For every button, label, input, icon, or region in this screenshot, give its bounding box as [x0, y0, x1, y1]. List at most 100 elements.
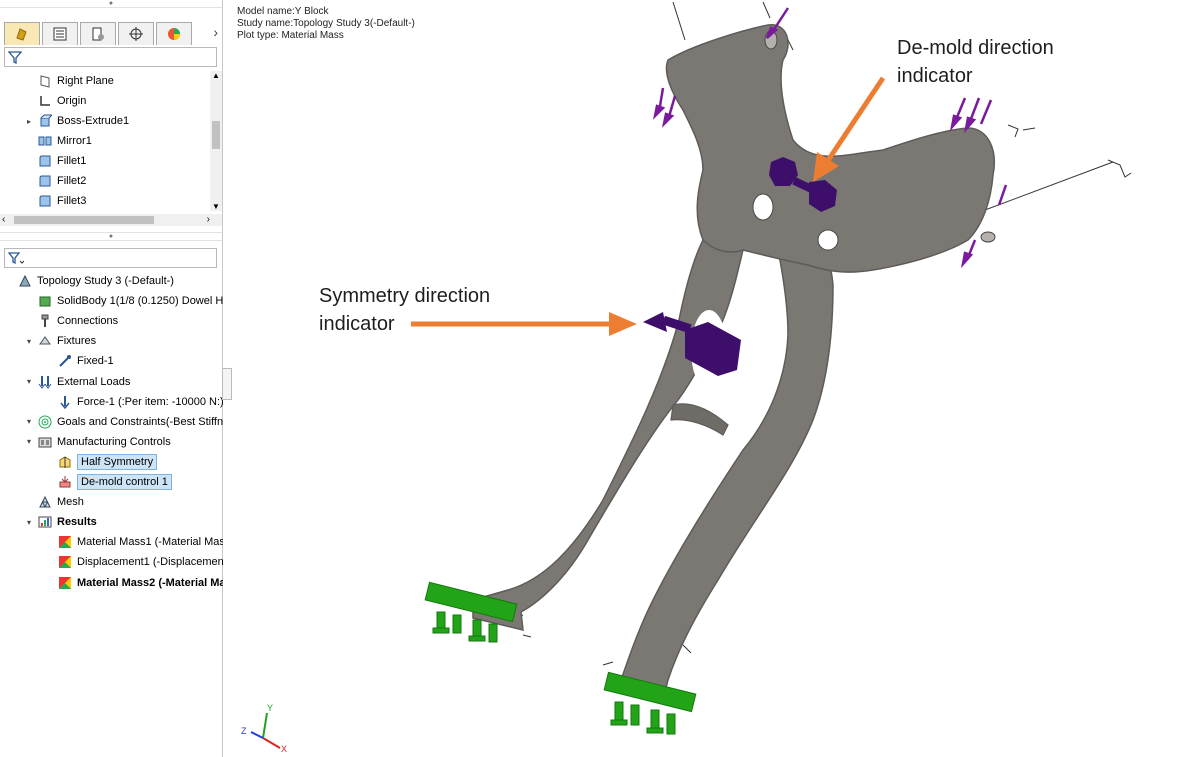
demold-callout-label: De-mold direction indicator	[897, 37, 1054, 87]
manager-tabs	[4, 22, 194, 46]
feature-tree-label: Fillet3	[57, 195, 87, 207]
study-tree-label: Displacement1 (-Displacement-)	[77, 556, 235, 569]
expand-arrow-icon[interactable]: ▸	[24, 117, 34, 126]
study-tree-item[interactable]: ▾ Fixtures	[24, 331, 96, 351]
study-tree-item[interactable]: Material Mass2 (-Material Mass	[44, 573, 238, 593]
study-tree-label: Fixed-1	[77, 355, 114, 368]
external-loads-icon	[37, 374, 53, 390]
graphics-viewport[interactable]: Model name:Y Block Study name:Topology S…	[223, 0, 1193, 757]
result-plot-icon	[57, 554, 73, 570]
fillet-icon	[37, 173, 53, 189]
tab-configuration-manager[interactable]	[80, 22, 116, 45]
configuration-manager-icon	[92, 27, 104, 41]
study-tree-item[interactable]: ▾ External Loads	[24, 372, 130, 392]
feature-filter[interactable]	[4, 47, 217, 67]
fixtures-icon	[37, 333, 53, 349]
tabs-scroll-right-icon[interactable]: ›	[213, 24, 218, 40]
orientation-triad: X Y Z	[241, 703, 287, 754]
feature-tree-label: Right Plane	[57, 75, 114, 87]
symmetry-icon	[57, 454, 73, 470]
feature-tree-item[interactable]: Right Plane	[24, 71, 114, 91]
connections-icon	[37, 313, 53, 329]
study-tree-item[interactable]: Half Symmetry	[44, 452, 158, 472]
hole-1	[752, 193, 774, 221]
feature-tree-label: Origin	[57, 95, 87, 107]
solid-body-icon	[37, 293, 53, 309]
study-tree-label: Topology Study 3 (-Default-)	[37, 275, 174, 287]
study-tree-label: Half Symmetry	[77, 453, 158, 470]
triad-y-label: Y	[267, 703, 273, 713]
force-icon	[57, 394, 73, 410]
study-tree-item[interactable]: SolidBody 1(1/8 (0.1250) Dowel Hole	[24, 291, 238, 311]
property-manager-icon	[53, 27, 67, 41]
study-filter[interactable]	[4, 248, 217, 268]
tab-display-manager[interactable]	[156, 22, 192, 45]
feature-tree-item[interactable]: Fillet2	[24, 171, 86, 191]
feature-tree-label: Fillet2	[57, 175, 87, 187]
study-tree-item[interactable]: ▾ Goals and Constraints(-Best Stiffness	[24, 412, 240, 432]
study-tree-label: De-mold control 1	[77, 474, 172, 490]
result-plot-icon	[57, 575, 73, 591]
study-tree-item[interactable]: Connections	[24, 311, 118, 331]
feature-tree-label: Boss-Extrude1	[57, 115, 130, 127]
study-tree-item[interactable]: ▾ Results	[24, 512, 97, 532]
feature-tree-label: Fillet1	[57, 155, 87, 167]
results-icon	[37, 514, 53, 530]
expand-arrow-icon[interactable]: ▾	[24, 437, 34, 446]
expand-arrow-icon[interactable]: ▾	[24, 518, 34, 527]
study-tree-label: Mesh	[57, 496, 84, 509]
dimxpert-icon	[129, 27, 143, 41]
extrude-icon	[37, 113, 53, 129]
topology-study-icon	[17, 273, 33, 289]
study-tree-item[interactable]: Topology Study 3 (-Default-)	[4, 271, 174, 291]
feature-manager-icon	[16, 28, 27, 41]
tab-feature-manager[interactable]	[4, 22, 40, 45]
study-tree-label: Material Mass2 (-Material Mass	[77, 576, 238, 589]
study-tree-label: Fixtures	[57, 335, 97, 348]
expand-arrow-icon[interactable]: ▾	[24, 337, 34, 346]
panel-collapse-handle[interactable]	[222, 368, 232, 400]
study-tree-item[interactable]: Force-1 (:Per item: -10000 N:)	[44, 392, 224, 412]
plane-icon	[37, 73, 53, 89]
feature-tree-item[interactable]: Fillet1	[24, 151, 86, 171]
study-tree-label: SolidBody 1(1/8 (0.1250) Dowel Hole	[57, 295, 238, 308]
study-tree: Topology Study 3 (-Default-) SolidBody 1(…	[0, 271, 240, 601]
triad-z-label: Z	[241, 726, 247, 736]
study-tree-label: Force-1 (:Per item: -10000 N:)	[77, 395, 224, 408]
panel-splitter[interactable]: ●	[0, 232, 222, 241]
cross-bar	[670, 403, 729, 436]
feature-tree-vscroll[interactable]: ▲ ▼	[210, 71, 222, 211]
feature-tree: Right Plane Origin ▸ Boss-Extrude1 Mirror1 Fi…	[0, 71, 222, 211]
model-canvas: X Y Z	[241, 1, 1132, 754]
study-tree-label: Manufacturing Controls	[57, 435, 171, 448]
mirror-icon	[37, 133, 53, 149]
filter-dropdown-icon	[8, 252, 24, 265]
study-tree-item[interactable]: Displacement1 (-Displacement-)	[44, 552, 234, 572]
dowel-hole-right	[980, 231, 996, 243]
demold-icon	[57, 474, 73, 490]
feature-tree-item[interactable]: Fillet3	[24, 191, 86, 211]
expand-arrow-icon[interactable]: ▾	[24, 417, 34, 426]
tab-property-manager[interactable]	[42, 22, 78, 45]
study-tree-item[interactable]: Mesh	[24, 492, 84, 512]
feature-tree-item[interactable]: Mirror1	[24, 131, 92, 151]
panel-grip-top[interactable]: ●	[0, 0, 222, 8]
study-tree-label: External Loads	[57, 375, 131, 388]
feature-tree-hscroll[interactable]: ‹ ›	[0, 214, 222, 226]
tab-dimxpert[interactable]	[118, 22, 154, 45]
result-plot-icon	[57, 534, 73, 550]
fixed-icon	[57, 353, 73, 369]
study-tree-label: Goals and Constraints(-Best Stiffness	[57, 415, 241, 428]
study-tree-item[interactable]: De-mold control 1	[44, 472, 172, 492]
study-tree-item[interactable]: Fixed-1	[44, 351, 114, 371]
study-tree-item[interactable]: Material Mass1 (-Material Mass-	[44, 532, 234, 552]
fillet-icon	[37, 153, 53, 169]
hole-2	[817, 229, 839, 251]
feature-tree-item[interactable]: ▸ Boss-Extrude1	[24, 111, 129, 131]
expand-arrow-icon[interactable]: ▾	[24, 377, 34, 386]
study-tree-label: Connections	[57, 315, 119, 328]
feature-manager-panel: ● › Right Plane Origin ▸ Boss-Extrude1 Mirro…	[0, 0, 240, 757]
goals-icon	[37, 414, 53, 430]
study-tree-item[interactable]: ▾ Manufacturing Controls	[24, 432, 171, 452]
feature-tree-item[interactable]: Origin	[24, 91, 86, 111]
